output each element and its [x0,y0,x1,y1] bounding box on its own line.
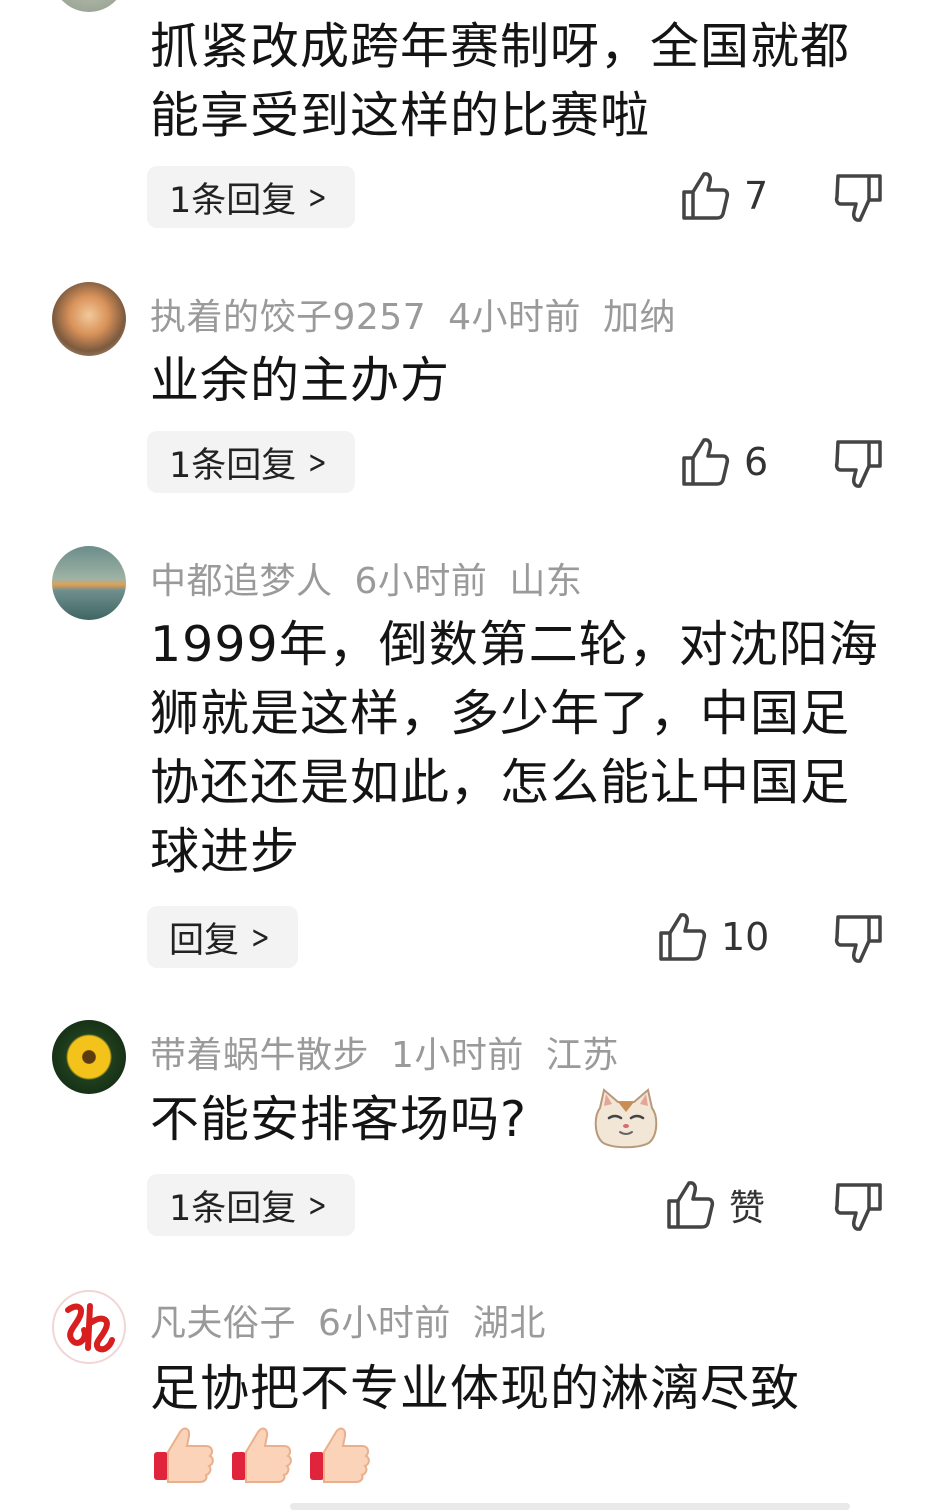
cat-emoji-icon [594,1088,658,1149]
like-button[interactable]: 10 [657,911,769,963]
thumb-up-icon [682,172,730,220]
like-count: 10 [721,915,770,959]
thumbs-up-emoji-icon [154,1427,214,1483]
avatar[interactable] [52,1290,126,1364]
reply-button[interactable]: 1条回复 > [147,431,356,493]
timestamp: 4小时前 [448,297,582,338]
comment-text: 足协把不专业体现的淋漓尽致 [150,1360,801,1417]
like-button[interactable]: 7 [680,170,768,222]
reply-button[interactable]: 回复 > [147,906,298,968]
thumb-up-icon [659,913,707,961]
timestamp: 6小时前 [354,561,488,602]
bottom-edge-bar [290,1503,850,1510]
calligraphy-logo-icon [65,1303,115,1353]
reply-label: 1条回复 [169,180,297,221]
timestamp: 6小时前 [318,1303,451,1344]
comment-text: 不能安排客场吗? [150,1085,890,1154]
chevron-right-icon: > [308,1186,328,1224]
like-button[interactable]: 6 [680,436,768,488]
thumb-down-icon[interactable] [834,438,884,490]
comment-meta: 中都追梦人 6小时前 山东 [150,552,604,604]
like-count: 7 [744,174,769,218]
thumb-down-icon[interactable] [834,1181,884,1233]
reply-label: 1条回复 [169,1188,297,1229]
avatar[interactable] [52,0,126,12]
thumb-up-icon [682,438,730,486]
like-count: 赞 [729,1188,766,1229]
chevron-right-icon: > [251,918,270,956]
reply-button[interactable]: 1条回复 > [147,166,356,228]
thumbs-up-emoji-icon [310,1427,370,1483]
location: 江苏 [545,1035,619,1076]
thumb-down-icon[interactable] [834,913,884,965]
thumb-down-icon[interactable] [834,172,884,224]
comment-meta: 执着的饺子9257 4小时前 加纳 [150,288,698,340]
username[interactable]: 带着蜗牛散步 [150,1035,369,1076]
comment-text: 1999年，倒数第二轮，对沈阳海狮就是这样，多少年了，中国足协还还是如此，怎么能… [150,616,879,880]
thumb-up-icon [667,1181,715,1229]
comment-text-content: 不能安排客场吗? [150,1091,528,1148]
chevron-right-icon: > [308,178,328,216]
comment-text: 抓紧改成跨年赛制呀，全国就都能享受到这样的比赛啦 [150,18,851,144]
thumbs-up-emoji-icon [232,1427,292,1483]
avatar[interactable] [52,282,126,356]
reply-label: 回复 [169,920,240,961]
reply-label: 1条回复 [169,445,297,486]
avatar[interactable] [52,546,126,620]
username[interactable]: 执着的饺子9257 [150,297,426,338]
avatar[interactable] [52,1020,126,1094]
location: 山东 [509,561,583,602]
like-button[interactable]: 赞 [665,1179,765,1231]
comment-text: 业余的主办方 [150,352,451,409]
location: 加纳 [603,297,677,338]
chevron-right-icon: > [308,443,328,481]
emoji-row [152,1424,372,1484]
comment-meta: 凡夫俗子 6小时前 湖北 [150,1294,568,1346]
comment-meta: 带着蜗牛散步 1小时前 江苏 [150,1026,641,1078]
username[interactable]: 中都追梦人 [150,561,333,602]
like-count: 6 [744,440,769,484]
reply-button[interactable]: 1条回复 > [147,1174,356,1236]
username[interactable]: 凡夫俗子 [150,1303,296,1344]
location: 湖北 [472,1303,546,1344]
timestamp: 1小时前 [391,1035,524,1076]
